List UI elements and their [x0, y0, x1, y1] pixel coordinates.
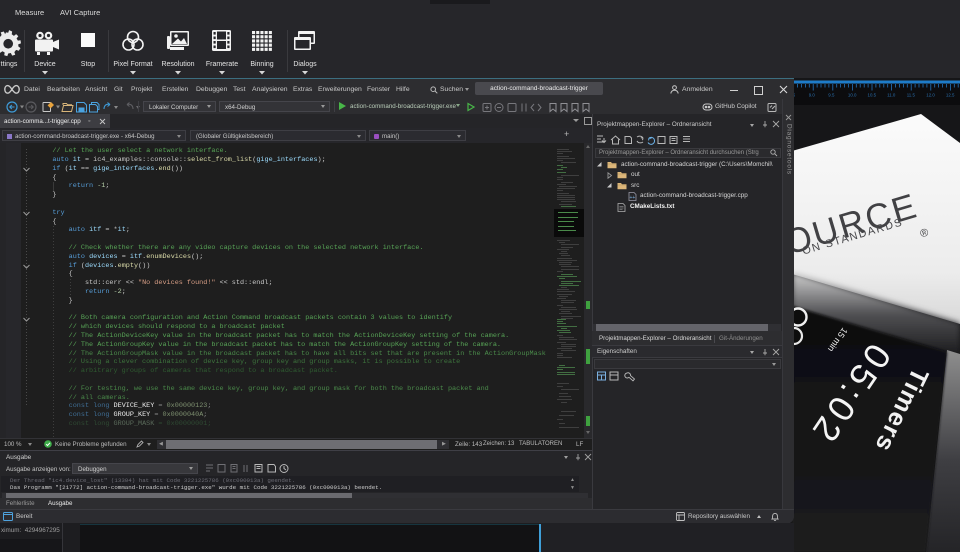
- svg-text:11.0: 11.0: [887, 93, 896, 98]
- svg-text:++: ++: [630, 195, 636, 201]
- svg-text:ttings: ttings: [1, 61, 18, 68]
- svg-text:Dialogs: Dialogs: [293, 61, 317, 68]
- svg-text:10.0: 10.0: [848, 93, 857, 98]
- svg-text:Framerate: Framerate: [206, 61, 238, 68]
- svg-text:Binning: Binning: [250, 61, 273, 68]
- svg-text:12.0: 12.0: [926, 93, 935, 98]
- svg-text:10.5: 10.5: [868, 93, 877, 98]
- svg-text:9.0: 9.0: [809, 93, 816, 98]
- svg-text:11.5: 11.5: [907, 93, 916, 98]
- svg-text:Device: Device: [34, 61, 56, 68]
- svg-text:Stop: Stop: [81, 61, 96, 68]
- svg-text:12.5: 12.5: [946, 93, 955, 98]
- svg-text:Pixel Format: Pixel Format: [113, 61, 152, 68]
- svg-text:9.5: 9.5: [828, 93, 835, 98]
- svg-text:Resolution: Resolution: [161, 61, 194, 68]
